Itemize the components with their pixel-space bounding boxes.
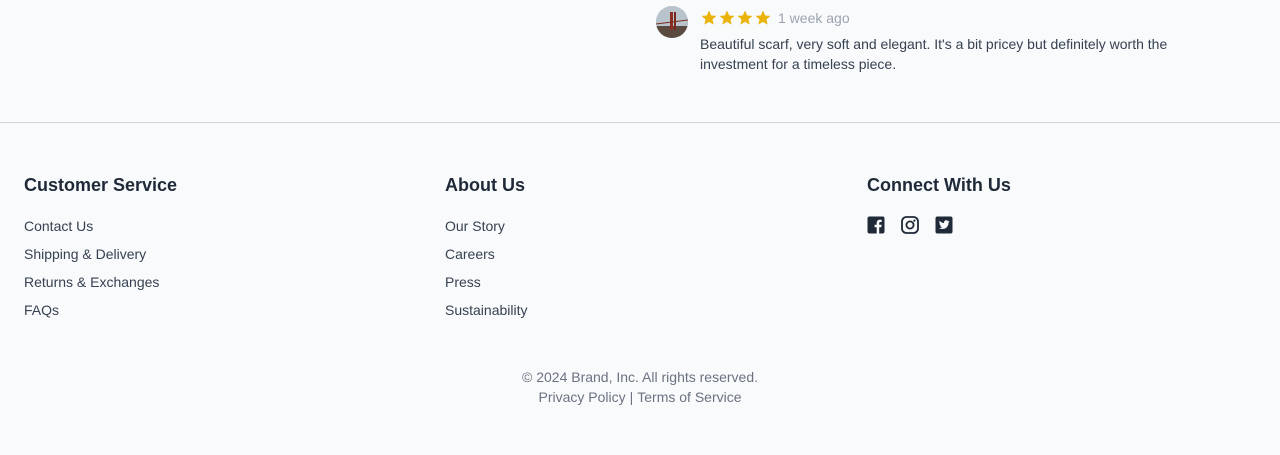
twitter-icon[interactable] xyxy=(935,216,953,234)
star-icon xyxy=(719,10,735,25)
customer-service-column: Customer Service Contact Us Shipping & D… xyxy=(24,172,177,324)
avatar xyxy=(656,6,688,38)
copyright-text: © 2024 Brand, Inc. All rights reserved. xyxy=(522,369,758,385)
star-icon xyxy=(755,10,771,25)
review-time: 1 week ago xyxy=(778,10,850,26)
sustainability-link[interactable]: Sustainability xyxy=(445,302,528,318)
review-text: Beautiful scarf, very soft and elegant. … xyxy=(700,36,1168,72)
shipping-delivery-link[interactable]: Shipping & Delivery xyxy=(24,246,146,262)
about-us-heading: About Us xyxy=(445,175,525,195)
star-icon xyxy=(737,10,753,25)
terms-of-service-link[interactable]: Terms of Service xyxy=(637,389,741,405)
returns-exchanges-link[interactable]: Returns & Exchanges xyxy=(24,274,159,290)
our-story-link[interactable]: Our Story xyxy=(445,218,505,234)
connect-heading: Connect With Us xyxy=(867,175,1011,195)
customer-service-heading: Customer Service xyxy=(24,175,178,195)
instagram-icon[interactable] xyxy=(901,216,919,234)
legal-links: Privacy Policy | Terms of Service xyxy=(0,387,1280,407)
star-icon xyxy=(701,10,717,25)
connect-column: Connect With Us xyxy=(867,172,1011,234)
facebook-icon[interactable] xyxy=(867,216,885,234)
star-rating xyxy=(700,9,772,27)
bridge-photo-icon xyxy=(656,6,688,38)
faqs-link[interactable]: FAQs xyxy=(24,302,59,318)
legal-separator: | xyxy=(629,389,634,405)
press-link[interactable]: Press xyxy=(445,274,481,290)
privacy-policy-link[interactable]: Privacy Policy xyxy=(538,389,625,405)
careers-link[interactable]: Careers xyxy=(445,246,495,262)
about-us-column: About Us Our Story Careers Press Sustain… xyxy=(445,172,528,324)
footer-divider xyxy=(0,122,1280,123)
contact-us-link[interactable]: Contact Us xyxy=(24,218,93,234)
